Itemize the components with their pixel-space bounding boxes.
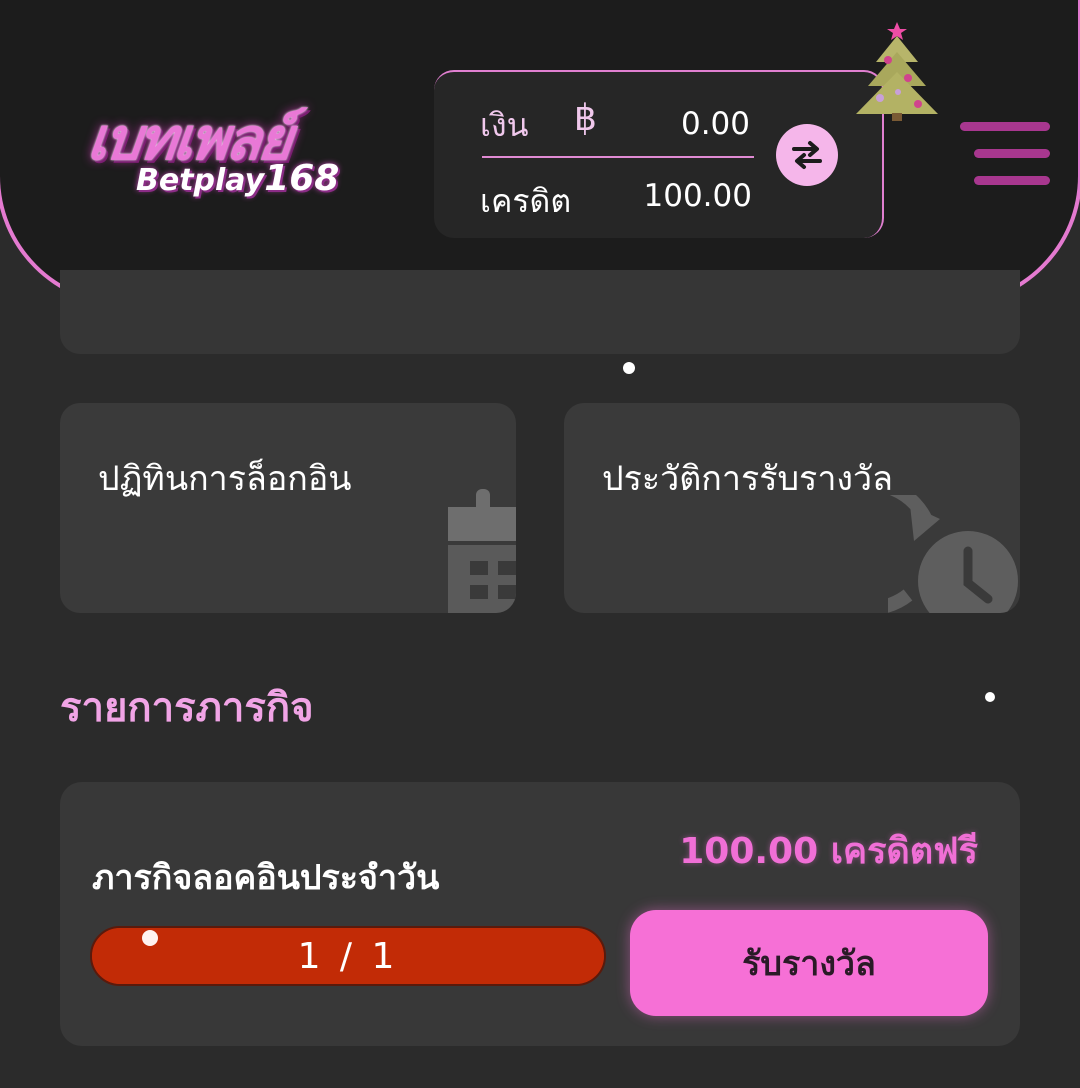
mission-name: ภารกิจลอคอินประจำวัน: [92, 858, 440, 898]
section-dot: [985, 692, 995, 702]
mission-progress-bar: 1 / 1: [90, 926, 606, 986]
logo-en-word: Betplay: [136, 163, 265, 198]
login-calendar-tile[interactable]: ปฏิทินการล็อกอิน: [60, 403, 516, 613]
money-label: เงิน: [480, 106, 529, 144]
hamburger-menu-button[interactable]: [960, 120, 1052, 188]
menu-bar-bottom: [974, 176, 1050, 185]
menu-bar-top: [960, 122, 1050, 131]
mission-card: 100.00 เครดิตฟรี ภารกิจลอคอินประจำวัน 1 …: [60, 782, 1020, 1046]
balance-panel: เงิน ฿ 0.00 เครดิต 100.00: [434, 70, 884, 238]
progress-highlight-dot: [142, 930, 158, 946]
login-calendar-label: ปฏิทินการล็อกอิน: [98, 459, 352, 499]
credit-label: เครดิต: [480, 182, 572, 220]
logo-number: 168: [264, 158, 340, 199]
reward-history-tile[interactable]: ประวัติการรับรางวัล: [564, 403, 1020, 613]
swap-button[interactable]: [776, 124, 838, 186]
christmas-tree-icon: [856, 22, 938, 121]
balance-divider: [482, 156, 754, 158]
mission-reward: 100.00 เครดิตฟรี: [679, 831, 978, 872]
money-value: 0.00: [680, 106, 750, 142]
swap-arrows-icon: [792, 141, 822, 169]
menu-bar-middle: [974, 149, 1050, 158]
calendar-icon: [448, 489, 516, 613]
history-clock-icon: [888, 495, 1018, 613]
reward-history-label: ประวัติการรับรางวัล: [602, 459, 893, 499]
baht-symbol: ฿: [574, 98, 597, 139]
logo-en-text: Betplay168: [136, 158, 339, 199]
carousel-card[interactable]: [60, 270, 1020, 354]
progress-text: 1 / 1: [297, 935, 399, 977]
credit-value: 100.00: [643, 178, 752, 214]
betplay-logo[interactable]: เบทเพลย์ Betplay168: [84, 92, 378, 212]
mission-list-title: รายการภารกิจ: [60, 685, 314, 731]
claim-reward-button[interactable]: รับรางวัล: [630, 910, 988, 1016]
carousel-indicator-dot[interactable]: [623, 362, 635, 374]
